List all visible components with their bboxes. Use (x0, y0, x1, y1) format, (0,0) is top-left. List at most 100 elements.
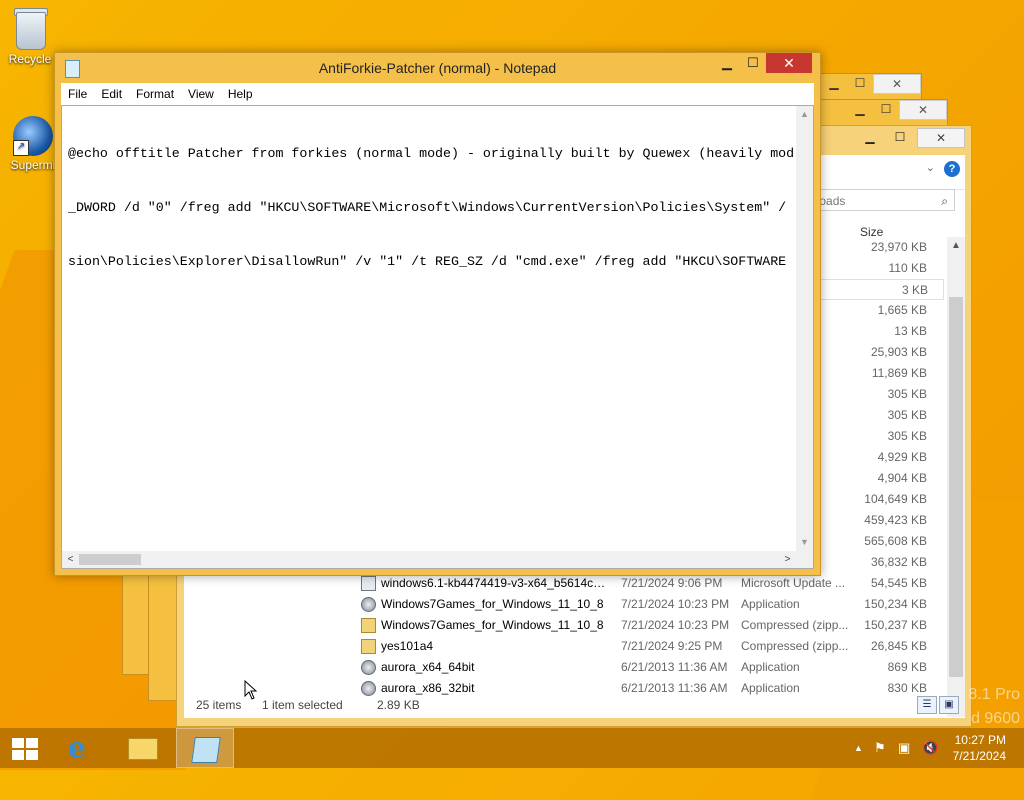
file-type: Microsoft Update ... (741, 576, 846, 590)
menu-view[interactable]: View (181, 83, 221, 105)
file-size: 305 KB (887, 387, 927, 401)
help-icon[interactable]: ? (944, 161, 960, 177)
file-type: Compressed (zipp... (741, 618, 849, 632)
file-size: 104,649 KB (864, 492, 927, 506)
internet-explorer-icon: e (68, 731, 86, 764)
file-size: 25,903 KB (870, 345, 927, 359)
taskbar-internet-explorer[interactable]: e (52, 728, 110, 768)
file-name: windows6.1-kb4474419-v3-x64_b5614c6c... (381, 576, 609, 590)
file-size: 869 KB (887, 660, 927, 674)
scroll-down-icon[interactable]: ▼ (796, 534, 813, 551)
scrollbar-corner (796, 551, 813, 568)
clock-date: 7/21/2024 (952, 749, 1006, 763)
horizontal-scrollbar[interactable]: < > (62, 551, 796, 568)
system-tray: ▲ ⚑ ▣ 🔇 10:27 PM 7/21/2024 (844, 728, 1024, 768)
minimize-icon[interactable]: ▁ (821, 74, 847, 92)
file-name: aurora_x64_64bit (381, 660, 475, 674)
zip-icon (361, 639, 376, 654)
close-icon[interactable]: ✕ (899, 100, 947, 120)
close-icon[interactable]: ✕ (917, 128, 965, 148)
close-icon[interactable]: ✕ (766, 53, 812, 73)
file-name: Windows7Games_for_Windows_11_10_8 (381, 618, 604, 632)
editor-text[interactable]: @echo offtitle Patcher from forkies (nor… (68, 109, 793, 548)
supermium-icon: ↗ (13, 116, 53, 156)
item-count: 25 items (196, 698, 242, 712)
maximize-icon[interactable]: ☐ (873, 100, 899, 118)
file-row[interactable]: Windows7Games_for_Windows_11_10_8 7/21/20… (184, 615, 944, 636)
file-size: 305 KB (887, 408, 927, 422)
file-row[interactable]: aurora_x64_64bit 6/21/2013 11:36 AM Applic… (184, 657, 944, 678)
scroll-up-icon[interactable]: ▲ (947, 237, 965, 255)
large-icons-view-icon[interactable]: ▣ (939, 696, 959, 714)
file-type: Application (741, 660, 800, 674)
scroll-left-icon[interactable]: < (62, 551, 79, 568)
show-hidden-icons-icon[interactable]: ▲ (854, 743, 863, 753)
start-button[interactable] (0, 728, 58, 768)
file-size: 3 KB (901, 283, 928, 297)
text-editor[interactable]: @echo offtitle Patcher from forkies (nor… (61, 105, 814, 569)
watermark-line: 8.1 Pro (968, 686, 1020, 703)
mouse-cursor-icon (244, 680, 258, 700)
file-size: 4,904 KB (877, 471, 927, 485)
file-name: Windows7Games_for_Windows_11_10_8 (381, 597, 604, 611)
file-size: 459,423 KB (864, 513, 927, 527)
volume-muted-icon[interactable]: 🔇 (922, 740, 938, 756)
menu-format[interactable]: Format (129, 83, 181, 105)
file-date: 7/21/2024 9:06 PM (621, 576, 723, 590)
vertical-scrollbar[interactable]: ▲ ▼ (796, 106, 813, 551)
scrollbar-thumb[interactable] (949, 297, 963, 677)
search-icon[interactable]: ⌕ (941, 190, 948, 212)
action-center-flag-icon[interactable]: ⚑ (874, 740, 886, 756)
file-size: 11,869 KB (871, 366, 927, 380)
minimize-icon[interactable]: ▁ (714, 53, 740, 73)
file-row[interactable]: Windows7Games_for_Windows_11_10_8 7/21/20… (184, 594, 944, 615)
menu-file[interactable]: File (61, 83, 94, 105)
search-input[interactable]: nloads ⌕ (807, 189, 955, 211)
details-view-icon[interactable]: ☰ (917, 696, 937, 714)
clock[interactable]: 10:27 PM 7/21/2024 (953, 732, 1006, 764)
network-icon[interactable]: ▣ (898, 740, 910, 756)
update-icon (361, 576, 376, 591)
file-size: 36,832 KB (870, 555, 927, 569)
text-line: @echo offtitle Patcher from forkies (nor… (68, 146, 793, 161)
file-date: 7/21/2024 10:23 PM (621, 618, 730, 632)
menu-help[interactable]: Help (221, 83, 260, 105)
file-size: 150,237 KB (864, 618, 927, 632)
zip-icon (361, 618, 376, 633)
file-name: yes101a4 (381, 639, 434, 653)
maximize-icon[interactable]: ☐ (887, 128, 913, 146)
file-size: 565,608 KB (864, 534, 927, 548)
file-date: 7/21/2024 9:25 PM (621, 639, 723, 653)
file-type: Application (741, 597, 800, 611)
app-icon (361, 660, 376, 675)
notepad-icon (191, 737, 221, 763)
file-size: 1,665 KB (877, 303, 927, 317)
close-icon[interactable]: ✕ (873, 74, 921, 94)
scrollbar-thumb[interactable] (79, 554, 141, 565)
notepad-window[interactable]: AntiForkie-Patcher (normal) - Notepad ▁ … (54, 52, 821, 576)
minimize-icon[interactable]: ▁ (857, 128, 883, 146)
file-size: 110 KB (888, 261, 927, 275)
maximize-icon[interactable]: ☐ (740, 53, 766, 73)
minimize-icon[interactable]: ▁ (847, 100, 873, 118)
file-date: 6/21/2013 11:36 AM (621, 660, 728, 674)
chevron-down-icon[interactable]: ⌄ (926, 161, 935, 174)
taskbar: e ▲ ⚑ ▣ 🔇 10:27 PM 7/21/2024 (0, 728, 1024, 768)
taskbar-notepad[interactable] (176, 728, 234, 768)
vertical-scrollbar[interactable]: ▲ ▼ (947, 237, 965, 717)
folder-icon (128, 738, 158, 760)
windows-watermark: 8.1 Pro d 9600 (968, 683, 1020, 731)
maximize-icon[interactable]: ☐ (847, 74, 873, 92)
taskbar-file-explorer[interactable] (112, 728, 170, 768)
scroll-right-icon[interactable]: > (779, 551, 796, 568)
recycle-bin-icon (12, 6, 48, 50)
windows-logo-icon (12, 738, 38, 760)
app-icon (361, 597, 376, 612)
file-type: Compressed (zipp... (741, 639, 849, 653)
file-row[interactable]: windows6.1-kb4474419-v3-x64_b5614c6c... 7… (184, 573, 944, 594)
menu-edit[interactable]: Edit (94, 83, 129, 105)
scroll-up-icon[interactable]: ▲ (796, 106, 813, 123)
file-size: 54,545 KB (870, 576, 927, 590)
menu-bar: File Edit Format View Help (61, 83, 814, 105)
file-row[interactable]: yes101a4 7/21/2024 9:25 PM Compressed (zip… (184, 636, 944, 657)
